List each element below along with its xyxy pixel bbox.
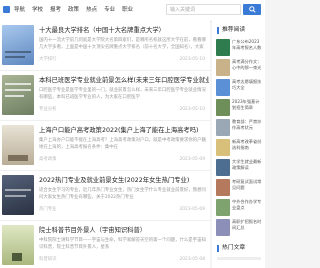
sidebar: 推荐阅读 广东公布2023年高考报名人数 高考满分作文：心中的那一束光 高考志愿… xyxy=(212,21,265,268)
article-category[interactable]: 热门专业 xyxy=(39,207,57,212)
sidebar-thumbnail[interactable] xyxy=(216,59,230,76)
divider xyxy=(217,257,261,260)
article-title[interactable]: 十大最良大学排名（中国十大名牌重点大学） xyxy=(39,26,209,35)
article-item[interactable]: 2022热门专业及就业前景女生(2022年女生热门专业) 适合女生学习的专业，近… xyxy=(0,171,210,221)
sidebar-item[interactable]: 高职扩招报名时间汇总 xyxy=(212,217,265,237)
main-nav: 导航 学校 报考 政策 热点 专业 职业 xyxy=(14,5,133,15)
nav-item-2[interactable]: 报考 xyxy=(50,5,61,15)
article-title[interactable]: 本科已班医学专业就业前景怎么样(未来三年口腔医学专业就业情况) xyxy=(39,76,209,85)
sidebar-thumbnail[interactable] xyxy=(216,39,230,56)
article-thumbnail[interactable] xyxy=(2,75,34,115)
sidebar-thumbnail[interactable] xyxy=(216,219,230,236)
sidebar-item-label[interactable]: 广东公布2023年高考报名人数 xyxy=(232,39,263,55)
article-summary: 口腔医学专业是医学专业里的一门，就业前景怎么样，未来三年口腔医学专业就业情况有哪… xyxy=(39,88,206,100)
article-thumbnail[interactable] xyxy=(2,225,34,265)
sidebar-item-label[interactable]: 高考志愿填报技巧大全 xyxy=(232,79,263,95)
article-date: 2023-05-10 xyxy=(179,57,205,62)
nav-item-1[interactable]: 学校 xyxy=(32,5,43,15)
article-title[interactable]: 院士科普节目外景人（宇宙知识科普） xyxy=(39,226,209,235)
search-icon xyxy=(248,6,256,13)
article-date: 2023-05-09 xyxy=(179,207,205,212)
article-title[interactable]: 2022热门专业及就业前景女生(2022年女生热门专业) xyxy=(39,176,209,185)
article-thumbnail[interactable] xyxy=(2,125,34,165)
sidebar-item[interactable]: 高考满分作文：心中的那一束光 xyxy=(212,57,265,77)
sidebar-item[interactable]: 考研复试面试常见问题 xyxy=(212,177,265,197)
sidebar-title: 推荐阅读 xyxy=(217,27,245,34)
sidebar-thumbnail[interactable] xyxy=(216,179,230,196)
sidebar-item-label[interactable]: 新高考改革省份选科指南 xyxy=(232,139,263,155)
sidebar-item[interactable]: 大学生就业最新政策解读 xyxy=(212,157,265,177)
article-thumbnail[interactable] xyxy=(2,175,34,215)
article-date: 2023-05-10 xyxy=(179,107,205,112)
sidebar-item-label[interactable]: 大学生就业最新政策解读 xyxy=(232,159,263,175)
sidebar-thumbnail[interactable] xyxy=(216,79,230,96)
article-summary: 中科院院士讲科学节目——宇宙与生命，科学家解答天空的第一个问题，什么是宇宙知识科… xyxy=(39,238,206,250)
article-item[interactable]: 本科已班医学专业就业前景怎么样(未来三年口腔医学专业就业情况) 口腔医学专业是医… xyxy=(0,71,210,121)
article-meta: 大学排行 2023-05-10 xyxy=(39,57,207,63)
top-navbar: 导航 学校 报考 政策 热点 专业 职业 输入关键词 xyxy=(0,0,265,22)
nav-item-3[interactable]: 政策 xyxy=(68,5,79,15)
sidebar-item[interactable]: 新高考改革省份选科指南 xyxy=(212,137,265,157)
article-category[interactable]: 科普知识 xyxy=(39,257,57,262)
sidebar-item-label[interactable]: 中外合作办学专业盘点 xyxy=(232,199,263,215)
article-category[interactable]: 大学排行 xyxy=(39,57,57,62)
article-date: 2023-05-08 xyxy=(179,257,205,262)
article-summary: 国内十一流大学前几何就是大学院大名第四家们，是哪所名校就这所大学在前，看看哪几大… xyxy=(39,38,206,50)
sidebar-item-label[interactable]: 教育部：严禁炒作高考状元 xyxy=(232,119,263,135)
article-category[interactable]: 专业分析 xyxy=(39,107,57,112)
article-category[interactable]: 高考政策 xyxy=(39,157,57,162)
sidebar-item-label[interactable]: 考研复试面试常见问题 xyxy=(232,179,263,195)
article-meta: 专业分析 2023-05-10 xyxy=(39,107,207,113)
article-item[interactable]: 院士科普节目外景人（宇宙知识科普） 中科院院士讲科学节目——宇宙与生命，科学家解… xyxy=(0,221,210,268)
article-thumbnail[interactable] xyxy=(2,25,34,65)
article-meta: 热门专业 2023-05-09 xyxy=(39,207,207,213)
article-meta: 科普知识 2023-05-08 xyxy=(39,257,207,263)
sidebar-thumbnail[interactable] xyxy=(216,139,230,156)
sidebar-item[interactable]: 2023年强基计划招生简章 xyxy=(212,97,265,117)
nav-item-0[interactable]: 导航 xyxy=(14,5,25,15)
article-meta: 高考政策 2023-05-09 xyxy=(39,157,207,163)
sidebar-thumbnail[interactable] xyxy=(216,159,230,176)
nav-item-5[interactable]: 专业 xyxy=(104,5,115,15)
site-logo[interactable] xyxy=(3,6,10,13)
sidebar-item[interactable]: 中外合作办学专业盘点 xyxy=(212,197,265,217)
article-list: 十大最良大学排名（中国十大名牌重点大学） 国内十一流大学前几何就是大学院大名第四… xyxy=(0,21,210,268)
sidebar-item-label[interactable]: 2023年强基计划招生简章 xyxy=(232,99,263,115)
article-item[interactable]: 十大最良大学排名（中国十大名牌重点大学） 国内十一流大学前几何就是大学院大名第四… xyxy=(0,21,210,71)
sidebar-section-title: 热门文章 xyxy=(217,245,245,252)
sidebar-item-label[interactable]: 高考满分作文：心中的那一束光 xyxy=(232,59,263,75)
sidebar-item-label[interactable]: 高职扩招报名时间汇总 xyxy=(232,219,263,235)
nav-item-6[interactable]: 职业 xyxy=(122,5,133,15)
sidebar-item[interactable]: 高考志愿填报技巧大全 xyxy=(212,77,265,97)
sidebar-thumbnail[interactable] xyxy=(216,199,230,216)
search-input[interactable]: 输入关键词 xyxy=(166,4,241,15)
article-item[interactable]: 上海户口能户高考政策2022(集户上海了能在上海高考吗) 集户上海办户口能不能在… xyxy=(0,121,210,171)
sidebar-item[interactable]: 教育部：严禁炒作高考状元 xyxy=(212,117,265,137)
article-date: 2023-05-09 xyxy=(179,157,205,162)
sidebar-thumbnail[interactable] xyxy=(216,119,230,136)
article-summary: 集户上海办户口能不能在上海高考？上海高考政策对户口，就是中考政策要求你的户籍地在… xyxy=(39,138,206,150)
sidebar-item[interactable]: 广东公布2023年高考报名人数 xyxy=(212,37,265,57)
search-button[interactable] xyxy=(243,4,261,15)
nav-item-4[interactable]: 热点 xyxy=(86,5,97,15)
article-summary: 适合女生学习的专业，近几年热门专业女生，热门女生学什么专业就业前景好，我想问问大… xyxy=(39,188,206,200)
article-title[interactable]: 上海户口能户高考政策2022(集户上海了能在上海高考吗) xyxy=(39,126,209,135)
sidebar-thumbnail[interactable] xyxy=(216,99,230,116)
